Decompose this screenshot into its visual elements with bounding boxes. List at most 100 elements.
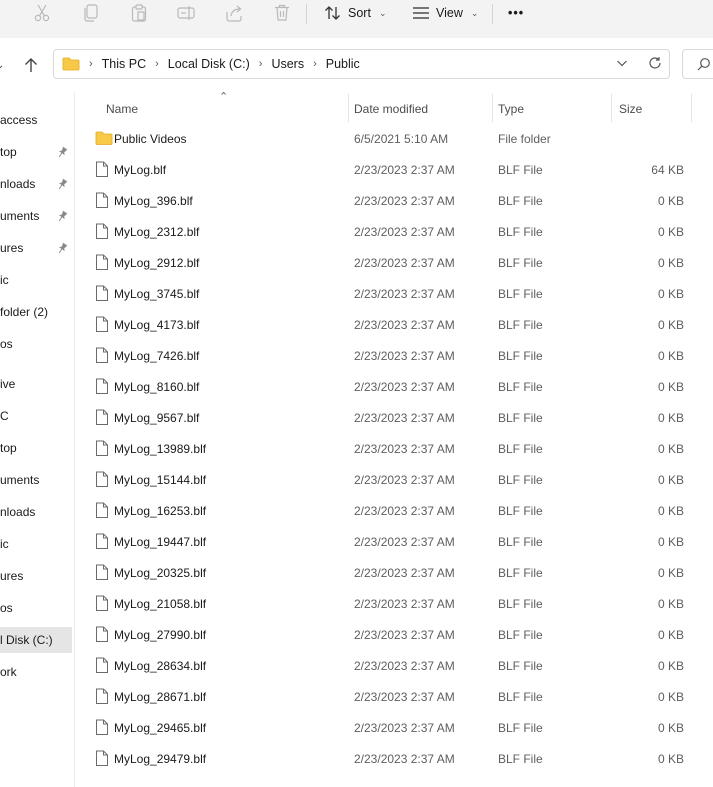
file-icon: [96, 316, 108, 332]
file-row[interactable]: MyLog_396.blf 2/23/2023 2:37 AM BLF File 0 …: [92, 185, 692, 216]
sidebar-item[interactable]: os: [0, 331, 72, 357]
file-type: BLF File: [498, 503, 543, 518]
file-type: BLF File: [498, 565, 543, 580]
file-date-modified: 6/5/2021 5:10 AM: [354, 131, 449, 146]
sidebar-item[interactable]: os: [0, 595, 72, 621]
sidebar-item-label: ork: [0, 665, 17, 679]
file-row[interactable]: MyLog_28634.blf 2/23/2023 2:37 AM BLF File…: [92, 650, 692, 681]
file-row[interactable]: MyLog_2312.blf 2/23/2023 2:37 AM BLF File 0…: [92, 216, 692, 247]
sidebar-item[interactable]: ic: [0, 267, 72, 293]
file-icon: [96, 719, 108, 735]
more-options-button[interactable]: •••: [508, 2, 524, 24]
column-header-size[interactable]: Size: [619, 98, 642, 120]
sidebar-item[interactable]: top: [0, 139, 72, 165]
breadcrumb: › This PC › Local Disk (C:) › Users › Pu…: [62, 50, 360, 78]
sidebar-item[interactable]: nloads: [0, 499, 72, 525]
file-size: 0 KB: [657, 689, 684, 704]
file-row[interactable]: MyLog_27990.blf 2/23/2023 2:37 AM BLF File…: [92, 619, 692, 650]
sidebar-item[interactable]: top: [0, 435, 72, 461]
column-divider[interactable]: [611, 94, 612, 122]
file-type: BLF File: [498, 689, 543, 704]
sidebar-item[interactable]: ork: [0, 659, 72, 685]
file-row[interactable]: MyLog_13989.blf 2/23/2023 2:37 AM BLF File…: [92, 433, 692, 464]
chevron-right-icon: ›: [258, 58, 263, 70]
address-dropdown-icon[interactable]: [616, 56, 628, 73]
sidebar-item[interactable]: folder (2): [0, 299, 72, 325]
sidebar-item-label: os: [0, 601, 13, 615]
pin-icon[interactable]: [56, 178, 68, 190]
sidebar-item[interactable]: C: [0, 403, 72, 429]
more-icon: •••: [508, 6, 525, 20]
file-type: BLF File: [498, 751, 543, 766]
file-row[interactable]: MyLog_29465.blf 2/23/2023 2:37 AM BLF File…: [92, 712, 692, 743]
sidebar-item[interactable]: nloads: [0, 171, 72, 197]
file-name: MyLog_15144.blf: [114, 472, 207, 487]
file-row[interactable]: MyLog_16253.blf 2/23/2023 2:37 AM BLF File…: [92, 495, 692, 526]
file-row[interactable]: MyLog_7426.blf 2/23/2023 2:37 AM BLF File 0…: [92, 340, 692, 371]
file-size: 0 KB: [657, 503, 684, 518]
file-row[interactable]: MyLog_21058.blf 2/23/2023 2:37 AM BLF File…: [92, 588, 692, 619]
search-input[interactable]: [682, 49, 713, 79]
cut-button[interactable]: [30, 0, 54, 26]
file-row[interactable]: Public Videos 6/5/2021 5:10 AM File folder: [92, 123, 692, 154]
column-divider[interactable]: [348, 94, 349, 122]
column-header-date[interactable]: Date modified: [354, 98, 428, 120]
sort-button[interactable]: Sort ⌄: [324, 2, 386, 24]
sidebar-item[interactable]: uments: [0, 203, 72, 229]
file-row[interactable]: MyLog_20325.blf 2/23/2023 2:37 AM BLF File…: [92, 557, 692, 588]
sidebar-item[interactable]: access: [0, 107, 72, 133]
sidebar-item[interactable]: ures: [0, 563, 72, 589]
breadcrumb-public[interactable]: Public: [326, 57, 360, 71]
file-row[interactable]: MyLog_29479.blf 2/23/2023 2:37 AM BLF File…: [92, 743, 692, 774]
file-date-modified: 2/23/2023 2:37 AM: [354, 596, 455, 611]
column-header-name[interactable]: Name: [106, 98, 138, 120]
chevron-down-icon: ⌄: [378, 7, 387, 18]
file-size: 0 KB: [657, 224, 684, 239]
recent-locations-chevron-icon[interactable]: ⌄: [0, 60, 4, 71]
pin-icon[interactable]: [56, 242, 68, 254]
pin-icon[interactable]: [56, 146, 68, 158]
file-row[interactable]: MyLog_19447.blf 2/23/2023 2:37 AM BLF File…: [92, 526, 692, 557]
refresh-icon[interactable]: [648, 56, 662, 73]
file-row[interactable]: MyLog_9567.blf 2/23/2023 2:37 AM BLF File 0…: [92, 402, 692, 433]
column-header-type[interactable]: Type: [498, 98, 524, 120]
paste-button[interactable]: [127, 0, 151, 26]
sidebar-item[interactable]: ive: [0, 371, 72, 397]
file-row[interactable]: MyLog_28671.blf 2/23/2023 2:37 AM BLF File…: [92, 681, 692, 712]
file-row[interactable]: MyLog_4173.blf 2/23/2023 2:37 AM BLF File 0…: [92, 309, 692, 340]
file-size: 0 KB: [657, 627, 684, 642]
pin-icon[interactable]: [56, 210, 68, 222]
breadcrumb-users[interactable]: Users: [271, 57, 304, 71]
address-bar[interactable]: › This PC › Local Disk (C:) › Users › Pu…: [53, 49, 670, 79]
file-row[interactable]: MyLog_8160.blf 2/23/2023 2:37 AM BLF File 0…: [92, 371, 692, 402]
sidebar-item[interactable]: uments: [0, 467, 72, 493]
file-icon: [96, 471, 108, 487]
column-divider[interactable]: [691, 94, 692, 122]
file-name: MyLog_20325.blf: [114, 565, 207, 580]
sidebar-item[interactable]: ic: [0, 531, 72, 557]
file-icon: [96, 564, 108, 580]
delete-button[interactable]: [270, 0, 294, 26]
share-button[interactable]: [222, 0, 246, 26]
file-size: 0 KB: [657, 565, 684, 580]
file-row[interactable]: MyLog_3745.blf 2/23/2023 2:37 AM BLF File 0…: [92, 278, 692, 309]
file-row[interactable]: MyLog_15144.blf 2/23/2023 2:37 AM BLF File…: [92, 464, 692, 495]
sidebar-item[interactable]: l Disk (C:): [0, 627, 72, 653]
breadcrumb-this-pc[interactable]: This PC: [102, 57, 146, 71]
column-divider[interactable]: [492, 94, 493, 122]
rename-button[interactable]: [174, 0, 198, 26]
file-row[interactable]: MyLog_2912.blf 2/23/2023 2:37 AM BLF File 0…: [92, 247, 692, 278]
file-row[interactable]: MyLog.blf 2/23/2023 2:37 AM BLF File 64 KB: [92, 154, 692, 185]
sidebar-item-label: access: [0, 113, 38, 127]
file-date-modified: 2/23/2023 2:37 AM: [354, 472, 455, 487]
file-icon: [96, 502, 108, 518]
copy-button[interactable]: [79, 0, 103, 26]
up-arrow-icon[interactable]: [24, 57, 38, 76]
sidebar-item-label: ive: [0, 377, 16, 391]
breadcrumb-local-disk[interactable]: Local Disk (C:): [168, 57, 250, 71]
sidebar-item[interactable]: ures: [0, 235, 72, 261]
file-type: BLF File: [498, 348, 543, 363]
view-button[interactable]: View ⌄: [412, 2, 478, 24]
file-icon: [96, 192, 108, 208]
rename-icon: [177, 6, 195, 20]
